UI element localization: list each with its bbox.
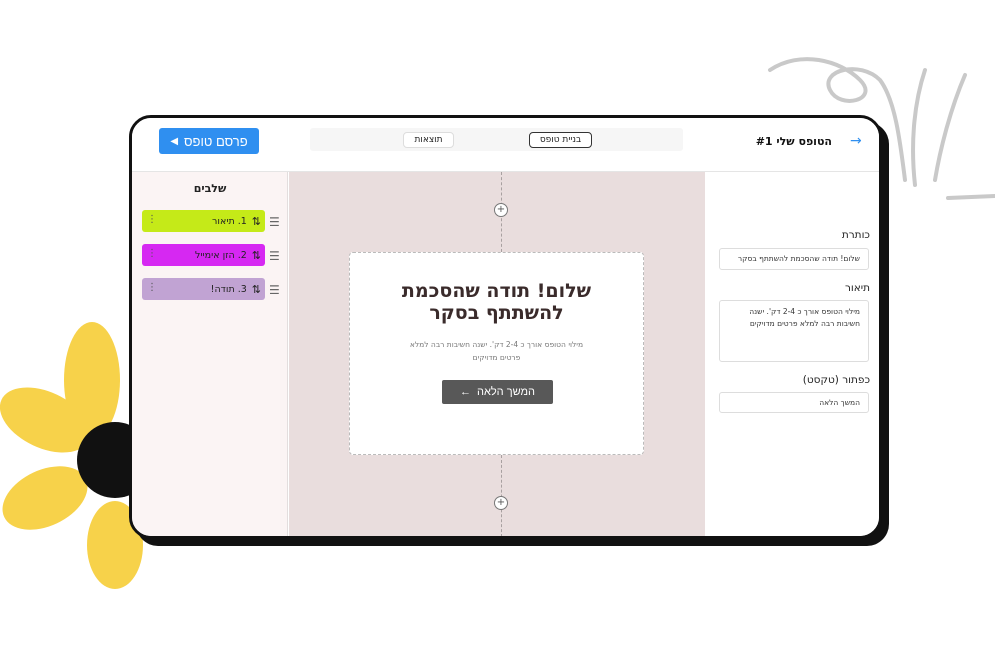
step-item-thanks[interactable]: ⇅ 3. תודה! ⋮	[142, 278, 265, 300]
description-field[interactable]: מילוי הטופס אורך כ 2-4 דק'. ישנה חשיבות …	[719, 300, 869, 362]
arrow-left-icon: ←	[459, 386, 471, 398]
title-field-label: כותרת	[841, 229, 870, 241]
drag-handle-icon[interactable]: ☰	[269, 250, 281, 262]
button-text-field-label: כפתור (טקסט)	[802, 374, 870, 386]
step-item-email[interactable]: ⇅ 2. הזן אימייל ⋮	[142, 244, 265, 266]
preview-title: שלום! תודה שהסכמת להשתתף בסקר	[401, 280, 592, 324]
publish-label: פרסם טופס	[184, 133, 248, 149]
next-button-label: המשך הלאה	[476, 386, 536, 398]
add-step-icon[interactable]: +	[494, 496, 508, 510]
sort-icon[interactable]: ⇅	[252, 249, 261, 262]
top-bar: פרסם טופס ◀ תוצאות בניית טופס הטופס שלי …	[132, 118, 879, 172]
next-button[interactable]: המשך הלאה ←	[442, 380, 553, 404]
view-tabs: תוצאות בניית טופס	[310, 128, 683, 151]
properties-panel: כותרת שלום! תודה שהסכמת להשתתף בסקר תיאו…	[705, 172, 879, 536]
step-item-description[interactable]: ⇅ 1. תיאור ⋮	[142, 210, 265, 232]
button-text-field[interactable]: המשך הלאה	[719, 392, 869, 413]
step-preview-card[interactable]: שלום! תודה שהסכמת להשתתף בסקר מילוי הטופ…	[349, 252, 644, 455]
form-title: הטופס שלי #1	[755, 135, 832, 148]
app-window: פרסם טופס ◀ תוצאות בניית טופס הטופס שלי …	[129, 115, 882, 539]
title-field[interactable]: שלום! תודה שהסכמת להשתתף בסקר	[719, 248, 869, 270]
add-step-icon[interactable]: +	[494, 203, 508, 217]
more-options-icon[interactable]: ⋮	[147, 248, 157, 259]
tab-results[interactable]: תוצאות	[403, 132, 454, 148]
drag-handle-icon[interactable]: ☰	[269, 284, 281, 296]
steps-title: שלבים	[193, 182, 227, 195]
form-canvas: + שלום! תודה שהסכמת להשתתף בסקר מילוי הט…	[289, 172, 705, 536]
preview-description: מילוי הטופס אורך כ 2-4 דק'. ישנה חשיבות …	[409, 340, 584, 362]
step-label: 2. הזן אימייל	[195, 249, 247, 261]
more-options-icon[interactable]: ⋮	[147, 282, 157, 293]
publish-form-button[interactable]: פרסם טופס ◀	[159, 128, 259, 154]
drag-handle-icon[interactable]: ☰	[269, 216, 281, 228]
triangle-left-icon: ◀	[170, 135, 179, 147]
steps-sidebar: שלבים ⇅ 1. תיאור ⋮ ☰ ⇅ 2. הזן אימייל ⋮ ☰…	[132, 172, 288, 536]
more-options-icon[interactable]: ⋮	[147, 214, 157, 225]
step-label: 1. תיאור	[212, 215, 247, 227]
description-field-label: תיאור	[844, 282, 870, 294]
sort-icon[interactable]: ⇅	[252, 215, 261, 228]
tab-form-builder[interactable]: בניית טופס	[529, 132, 592, 148]
sort-icon[interactable]: ⇅	[252, 283, 261, 296]
step-label: 3. תודה!	[210, 283, 247, 295]
arrow-right-icon[interactable]: →	[850, 133, 862, 149]
